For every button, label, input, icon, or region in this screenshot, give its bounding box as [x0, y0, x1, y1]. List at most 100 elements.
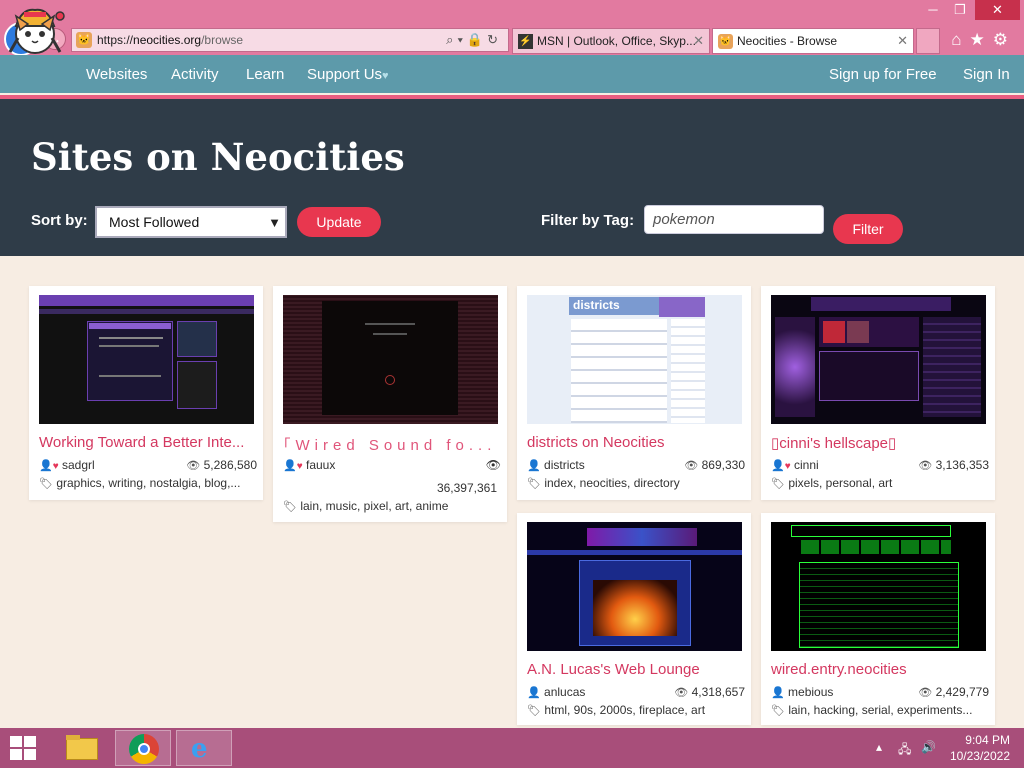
- address-bar[interactable]: 🐱 https://neocities.org/browse ⌕▾🔒↻: [71, 28, 509, 52]
- eye-icon: 👁: [918, 687, 933, 699]
- minimize-icon[interactable]: ─: [920, 0, 946, 20]
- maximize-icon[interactable]: ❐: [947, 0, 973, 20]
- tag-filter-input[interactable]: pokemon: [644, 205, 824, 234]
- internet-explorer-icon[interactable]: e: [176, 730, 232, 766]
- site-card[interactable]: districts districts on Neocities 👤 distr…: [517, 286, 751, 500]
- nav-support-us[interactable]: Support Us♥: [307, 66, 389, 83]
- site-thumbnail[interactable]: [771, 295, 986, 424]
- site-owner[interactable]: 👤♥ sadgrl: [39, 458, 95, 472]
- tab-msn[interactable]: ⚡ MSN | Outlook, Office, Skyp... ✕: [512, 28, 710, 54]
- site-card[interactable]: ｢Wired Sound fo... 👤♥ fauux 👁 36,397,361…: [273, 286, 507, 522]
- site-card[interactable]: A.N. Lucas's Web Lounge 👤 anlucas 👁 4,31…: [517, 513, 751, 725]
- windows-start-icon[interactable]: [10, 736, 38, 762]
- refresh-icon[interactable]: ↻: [487, 32, 502, 47]
- view-count: 👁 3,136,353: [918, 458, 989, 472]
- site-owner[interactable]: 👤 mebious: [771, 685, 833, 699]
- show-hidden-icons-icon[interactable]: ▴: [876, 740, 882, 754]
- sort-value: Most Followed: [109, 214, 200, 230]
- site-card[interactable]: wired.entry.neocities 👤 mebious 👁 2,429,…: [761, 513, 995, 725]
- file-explorer-icon[interactable]: [54, 730, 110, 766]
- site-tags[interactable]: 🏷 lain, music, pixel, art, anime: [283, 499, 501, 513]
- user-icon: 👤: [527, 460, 541, 472]
- site-tags[interactable]: 🏷 lain, hacking, serial, experiments...: [771, 703, 989, 717]
- search-icon[interactable]: ⌕: [446, 32, 457, 47]
- tag-icon: 🏷: [527, 705, 541, 717]
- view-count: 👁 2,429,779: [918, 685, 989, 699]
- signup-link[interactable]: Sign up for Free: [829, 66, 937, 83]
- neocities-favicon-icon: 🐱: [76, 32, 92, 48]
- site-thumbnail[interactable]: [39, 295, 254, 424]
- site-thumbnail[interactable]: [771, 522, 986, 651]
- site-tags[interactable]: 🏷 index, neocities, directory: [527, 476, 745, 490]
- msn-favicon-icon: ⚡: [518, 34, 533, 49]
- new-tab-button[interactable]: [916, 28, 940, 54]
- view-count-value: 3,136,353: [935, 458, 989, 472]
- favorites-star-icon[interactable]: ★: [970, 30, 993, 49]
- neocities-favicon-icon: 🐱: [718, 34, 733, 49]
- url-prefix: https://: [97, 33, 134, 47]
- chrome-icon[interactable]: [115, 730, 171, 766]
- site-owner[interactable]: 👤 anlucas: [527, 685, 585, 699]
- user-icon: 👤: [283, 460, 297, 472]
- site-owner[interactable]: 👤♥ fauux: [283, 458, 335, 472]
- view-count: 👁 4,318,657: [674, 685, 745, 699]
- site-title-link[interactable]: ▯cinni's hellscape▯: [771, 434, 989, 452]
- site-owner[interactable]: 👤♥ cinni: [771, 458, 819, 472]
- eye-icon: 👁: [485, 458, 501, 472]
- view-count: 36,397,361: [436, 481, 497, 495]
- chevron-down-icon: ▼: [268, 215, 281, 230]
- site-owner[interactable]: 👤 districts: [527, 458, 585, 472]
- site-card[interactable]: ▯cinni's hellscape▯ 👤♥ cinni 👁 3,136,353…: [761, 286, 995, 500]
- site-title-link[interactable]: ｢Wired Sound fo...: [283, 434, 501, 455]
- site-title-link[interactable]: districts on Neocities: [527, 434, 745, 451]
- site-owner-name: mebious: [788, 685, 834, 699]
- nav-websites[interactable]: Websites: [86, 66, 147, 83]
- site-card[interactable]: Working Toward a Better Inte... 👤♥ sadgr…: [29, 286, 263, 500]
- site-owner-name: cinni: [793, 458, 819, 472]
- site-tags-text: lain, music, pixel, art, anime: [300, 499, 449, 513]
- heart-icon: ♥: [784, 461, 791, 472]
- site-tags[interactable]: 🏷 graphics, writing, nostalgia, blog,...: [39, 476, 257, 490]
- tab-neocities[interactable]: 🐱 Neocities - Browse ✕: [712, 28, 914, 54]
- network-icon[interactable]: 🖧: [898, 740, 911, 761]
- site-title-link[interactable]: A.N. Lucas's Web Lounge: [527, 661, 745, 678]
- home-icon[interactable]: ⌂: [951, 30, 969, 49]
- lock-icon[interactable]: 🔒: [467, 32, 487, 47]
- heart-icon: ♥: [52, 461, 59, 472]
- system-clock[interactable]: 9:04 PM 10/23/2022: [950, 732, 1010, 764]
- site-tags-text: index, neocities, directory: [544, 476, 680, 490]
- site-tags[interactable]: 🏷 html, 90s, 2000s, fireplace, art: [527, 703, 745, 717]
- hero-section: Sites on Neocities Sort by: Most Followe…: [0, 99, 1024, 256]
- site-owner-name: anlucas: [544, 685, 586, 699]
- site-thumbnail[interactable]: districts: [527, 295, 742, 424]
- site-tags[interactable]: 🏷 pixels, personal, art: [771, 476, 989, 490]
- nav-learn[interactable]: Learn: [246, 66, 284, 83]
- site-tags-text: lain, hacking, serial, experiments...: [788, 703, 973, 717]
- close-tab-icon[interactable]: ✕: [693, 33, 704, 49]
- user-icon: 👤: [771, 460, 785, 472]
- tag-icon: 🏷: [39, 478, 53, 490]
- filter-button[interactable]: Filter: [833, 214, 903, 244]
- eye-icon: 👁: [918, 460, 933, 472]
- site-title-link[interactable]: Working Toward a Better Inte...: [39, 434, 257, 451]
- address-url[interactable]: https://neocities.org/browse: [97, 33, 243, 47]
- dropdown-icon[interactable]: ▾: [457, 32, 466, 47]
- site-thumbnail[interactable]: [283, 295, 498, 424]
- update-button[interactable]: Update: [297, 207, 381, 237]
- volume-icon[interactable]: 🔊: [921, 740, 936, 754]
- tab-title: Neocities - Browse: [737, 34, 838, 48]
- close-tab-icon[interactable]: ✕: [897, 33, 908, 49]
- heart-icon: ♥: [296, 461, 303, 472]
- sort-select[interactable]: Most Followed ▼: [95, 206, 287, 238]
- site-thumbnail[interactable]: [527, 522, 742, 651]
- site-owner-name: districts: [544, 458, 585, 472]
- signin-link[interactable]: Sign In: [963, 66, 1010, 83]
- close-window-icon[interactable]: ✕: [975, 0, 1020, 20]
- view-count-value: 869,330: [701, 458, 745, 472]
- settings-gear-icon[interactable]: ⚙: [993, 30, 1016, 49]
- view-count: 👁 869,330: [684, 458, 745, 472]
- nav-activity[interactable]: Activity: [171, 66, 219, 83]
- eye-icon: 👁: [674, 687, 689, 699]
- site-title-link[interactable]: wired.entry.neocities: [771, 661, 989, 678]
- neocities-cat-logo[interactable]: [2, 2, 68, 58]
